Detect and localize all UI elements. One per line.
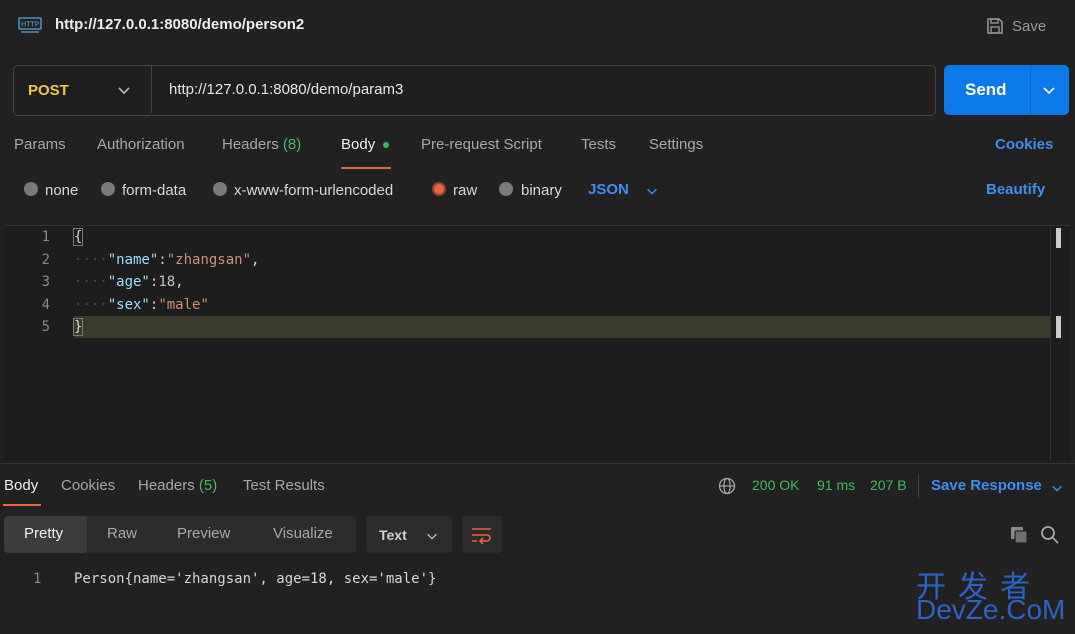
line-number: 3 <box>41 274 50 290</box>
save-response-button[interactable]: Save Response <box>931 477 1042 494</box>
indent-guide: ···· <box>74 274 108 290</box>
json-key: "name" <box>107 252 159 268</box>
search-icon[interactable] <box>1040 525 1060 545</box>
beautify-link[interactable]: Beautify <box>986 181 1045 198</box>
tab-prerequest-script[interactable]: Pre-request Script <box>421 136 542 153</box>
chevron-down-icon[interactable] <box>425 529 439 543</box>
tab-headers-label: Headers <box>222 136 279 153</box>
line-number: 2 <box>41 252 50 268</box>
headers-count: (8) <box>282 136 302 153</box>
radio-form-data[interactable] <box>101 182 115 196</box>
view-raw[interactable]: Raw <box>107 525 137 542</box>
response-time[interactable]: 91 ms <box>817 477 855 493</box>
headers-count: (5) <box>198 477 218 494</box>
json-key: "sex" <box>107 297 150 313</box>
colon: : <box>158 252 167 268</box>
tab-tests[interactable]: Tests <box>581 136 616 153</box>
view-visualize[interactable]: Visualize <box>273 525 333 542</box>
chevron-down-icon[interactable] <box>1050 481 1064 495</box>
wrap-lines-button[interactable] <box>462 516 502 553</box>
chevron-down-icon[interactable] <box>1041 82 1057 98</box>
save-label: Save <box>1012 17 1047 35</box>
radio-urlencoded-label[interactable]: x-www-form-urlencoded <box>234 182 393 199</box>
method-select[interactable]: POST <box>28 82 69 99</box>
scroll-marker <box>1056 228 1061 248</box>
send-label[interactable]: Send <box>965 80 1007 100</box>
open-brace: { <box>72 228 84 246</box>
response-tab-test-results[interactable]: Test Results <box>243 477 325 494</box>
response-tab-headers-label: Headers <box>138 477 195 494</box>
comma: , <box>251 252 260 268</box>
request-title[interactable]: http://127.0.0.1:8080/demo/person2 <box>55 16 304 33</box>
code-line: { <box>72 228 84 246</box>
save-button[interactable]: Save <box>986 14 1046 38</box>
editor-scrollbar[interactable] <box>1050 226 1071 460</box>
json-value: 18 <box>158 274 176 290</box>
divider <box>0 463 1075 464</box>
modified-dot <box>383 142 389 148</box>
response-tab-headers[interactable]: Headers (5) <box>138 477 217 494</box>
close-brace: } <box>72 318 84 336</box>
code-line: } <box>72 318 84 336</box>
status-code[interactable]: 200 OK <box>752 477 799 493</box>
line-number: 5 <box>41 319 50 335</box>
radio-form-data-label[interactable]: form-data <box>122 182 186 199</box>
response-tab-cookies[interactable]: Cookies <box>61 477 115 494</box>
code-line: ····"age":18, <box>74 274 184 290</box>
http-icon: HTTP <box>18 17 42 33</box>
active-tab-indicator <box>3 504 41 506</box>
indent-guide: ···· <box>74 297 108 313</box>
indent-guide: ···· <box>74 252 108 268</box>
tab-params[interactable]: Params <box>14 136 66 153</box>
response-tab-body[interactable]: Body <box>4 477 38 494</box>
globe-icon[interactable] <box>718 477 736 495</box>
tab-authorization[interactable]: Authorization <box>97 136 185 153</box>
save-icon <box>987 18 1003 34</box>
scroll-marker <box>1056 316 1061 338</box>
line-number: 1 <box>33 571 42 587</box>
line-number: 4 <box>41 297 50 313</box>
code-line: ····"name":"zhangsan", <box>74 252 259 268</box>
radio-binary[interactable] <box>499 182 513 196</box>
line-number: 1 <box>41 229 50 245</box>
radio-raw-label[interactable]: raw <box>453 182 477 199</box>
copy-icon[interactable] <box>1009 525 1029 545</box>
view-pretty[interactable]: Pretty <box>24 525 63 542</box>
tab-settings[interactable]: Settings <box>649 136 703 153</box>
radio-none[interactable] <box>24 182 38 196</box>
view-preview[interactable]: Preview <box>177 525 230 542</box>
radio-binary-label[interactable]: binary <box>521 182 562 199</box>
tab-headers[interactable]: Headers (8) <box>222 136 301 153</box>
radio-raw[interactable] <box>432 182 446 196</box>
code-line: ····"sex":"male" <box>74 297 209 313</box>
divider <box>1030 65 1031 115</box>
comma: , <box>175 274 184 290</box>
chevron-down-icon[interactable] <box>116 82 132 98</box>
json-value: "male" <box>158 297 209 313</box>
current-line-highlight <box>74 316 1050 338</box>
language-select[interactable]: JSON <box>588 181 629 198</box>
json-value: "zhangsan" <box>166 252 252 268</box>
divider <box>151 66 152 113</box>
response-body-text[interactable]: Person{name='zhangsan', age=18, sex='mal… <box>74 571 436 587</box>
divider <box>918 474 919 498</box>
active-tab-indicator <box>341 167 391 169</box>
url-input[interactable]: http://127.0.0.1:8080/demo/param3 <box>169 81 403 98</box>
format-label[interactable]: Text <box>379 527 407 543</box>
wrap-icon <box>472 528 491 544</box>
radio-none-label[interactable]: none <box>45 182 78 199</box>
tab-body[interactable]: Body <box>341 136 375 153</box>
watermark-text: DevZe.CoM <box>916 594 1066 625</box>
json-key: "age" <box>107 274 150 290</box>
chevron-down-icon[interactable] <box>645 184 659 198</box>
svg-text:HTTP: HTTP <box>21 21 39 29</box>
response-size[interactable]: 207 B <box>870 477 907 493</box>
cookies-link[interactable]: Cookies <box>995 136 1053 153</box>
radio-urlencoded[interactable] <box>213 182 227 196</box>
